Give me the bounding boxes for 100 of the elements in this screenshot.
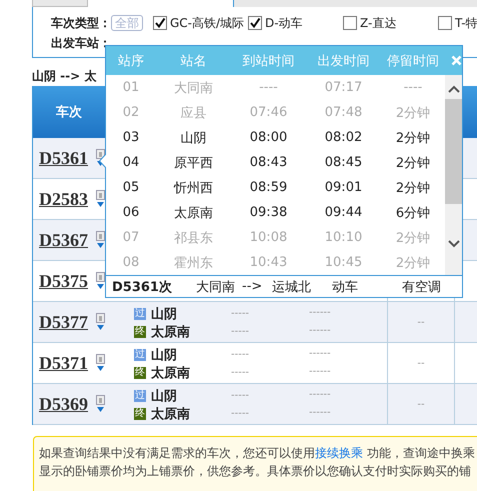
table-cell: -- (417, 316, 425, 328)
time-text: ----- (231, 407, 250, 421)
table-cell-text: 08:43 (248, 155, 288, 170)
table-cell: -- (417, 358, 425, 368)
time-text: ------ (309, 406, 332, 420)
table-cell-text: 08:45 (324, 155, 364, 170)
arrow-text: --> (242, 279, 264, 294)
time-text: ------ (309, 388, 332, 402)
stops-icon[interactable] (96, 190, 105, 208)
checkbox[interactable] (343, 16, 357, 30)
column-header: 站序 (117, 52, 145, 70)
table-cell-text: 02 (122, 105, 140, 120)
stop-badge: 过 (134, 349, 146, 361)
station-name: 运城北 (272, 278, 312, 296)
checkbox-label: GC-高铁/城际 (170, 14, 244, 32)
table-cell-text: 03 (122, 130, 140, 145)
station-name: 山阴 (151, 388, 177, 405)
station-name: 山阴 (151, 347, 177, 364)
table-cell-text: 09:38 (248, 205, 288, 220)
stop-badge: 过 (134, 308, 146, 320)
train-link[interactable]: D5371 (39, 352, 88, 374)
table-cell-text: 祁县东 (173, 230, 214, 246)
table-cell-text: 大同南 (173, 80, 214, 96)
column-header: 车次 (55, 104, 83, 121)
checkbox-label: D-动车 (265, 14, 303, 32)
table-cell-text: 08:02 (324, 130, 364, 145)
table-cell-text: 10:10 (324, 230, 364, 245)
amenity-text: 有空调 (402, 278, 441, 296)
transfer-link[interactable]: 接续换乘 (315, 446, 363, 460)
station-name: 太原南 (151, 365, 190, 382)
table-cell-text: 6分钟 (394, 204, 432, 222)
scroll-down-icon[interactable] (448, 240, 460, 248)
table-cell-text: 太原南 (173, 204, 214, 222)
stops-icon[interactable] (96, 231, 105, 249)
table-cell-text: 山阴 (180, 130, 208, 146)
checkbox[interactable] (153, 16, 167, 30)
table-cell-text: 09:01 (324, 180, 364, 195)
table-cell-text: 08 (122, 255, 140, 270)
table-cell-text: 霍州东 (173, 254, 214, 272)
stops-icon[interactable] (96, 354, 105, 372)
table-cell-text: 10:45 (324, 255, 364, 270)
time-text: ----- (231, 348, 250, 362)
train-link[interactable]: D2583 (39, 188, 88, 210)
scrollbar[interactable] (445, 75, 462, 275)
notice-text: 显示的卧铺票价均为上铺票价，供您参考。具体票价以您确认支付时实际购买的铺 (39, 463, 472, 480)
checkbox-label: T-特 (455, 14, 477, 32)
time-text: ----- (231, 389, 250, 403)
checkbox-label: Z-直达 (360, 14, 396, 32)
train-number: D5361次 (112, 278, 173, 296)
time-text: ------ (309, 324, 332, 338)
time-text: ------ (309, 306, 332, 320)
table-cell-text: 2分钟 (394, 180, 432, 196)
table-cell-text: 07:46 (248, 105, 288, 120)
train-link[interactable]: D5375 (39, 270, 88, 292)
stop-badge: 过 (134, 390, 146, 402)
station-name: 太原南 (151, 406, 190, 423)
table-cell-text: 原平西 (173, 154, 214, 172)
stop-badge: 终 (134, 408, 146, 420)
station-name: 大同南 (196, 278, 236, 296)
column-header: 站名 (180, 52, 208, 70)
table-cell-text: 2分钟 (394, 254, 432, 272)
time-text: ----- (231, 366, 250, 380)
column-header: 停留时间 (386, 52, 440, 70)
table-cell-text: 09:44 (324, 205, 364, 220)
stops-icon[interactable] (96, 313, 105, 331)
table-cell-text: 2分钟 (394, 154, 432, 172)
table-cell-text: 10:08 (248, 230, 288, 245)
station-name: 山阴 (151, 306, 177, 323)
checkbox[interactable] (438, 16, 452, 30)
time-text: ------ (309, 347, 332, 361)
table-cell-text: 2分钟 (394, 130, 432, 146)
checkbox[interactable] (248, 16, 262, 30)
column-header: 到站时间 (242, 52, 296, 70)
scroll-thumb[interactable] (445, 99, 462, 204)
train-type: 动车 (332, 278, 359, 296)
table-cell-text: 01 (122, 80, 140, 95)
stops-icon[interactable] (96, 395, 105, 413)
column-header: 出发时间 (316, 52, 370, 70)
train-link[interactable]: D5367 (39, 230, 88, 250)
stop-badge: 终 (134, 326, 146, 338)
table-cell-text: 10:43 (248, 255, 288, 270)
table-cell-text: 07:17 (324, 80, 364, 95)
table-cell-text: 07:48 (324, 105, 364, 120)
table-cell-text: 2分钟 (394, 104, 432, 122)
train-link[interactable]: D5377 (39, 312, 88, 332)
filter-label: 车次类型： (51, 14, 111, 32)
table-cell-text: 06 (122, 205, 140, 220)
table-cell-text: 08:00 (248, 130, 288, 145)
train-link[interactable]: D5361 (39, 148, 88, 168)
scroll-up-icon[interactable] (448, 85, 460, 93)
table-cell-text: ---- (258, 80, 279, 95)
time-text: ------ (309, 365, 332, 379)
stops-icon[interactable] (96, 272, 105, 290)
time-text: ----- (231, 307, 250, 321)
table-cell-text: 忻州西 (172, 180, 214, 196)
table-cell-text: ---- (402, 80, 424, 95)
train-link[interactable]: D5369 (39, 394, 88, 414)
table-cell-text: 05 (122, 180, 140, 195)
table-cell-text: 08:59 (248, 180, 288, 195)
time-text: ----- (231, 325, 250, 339)
